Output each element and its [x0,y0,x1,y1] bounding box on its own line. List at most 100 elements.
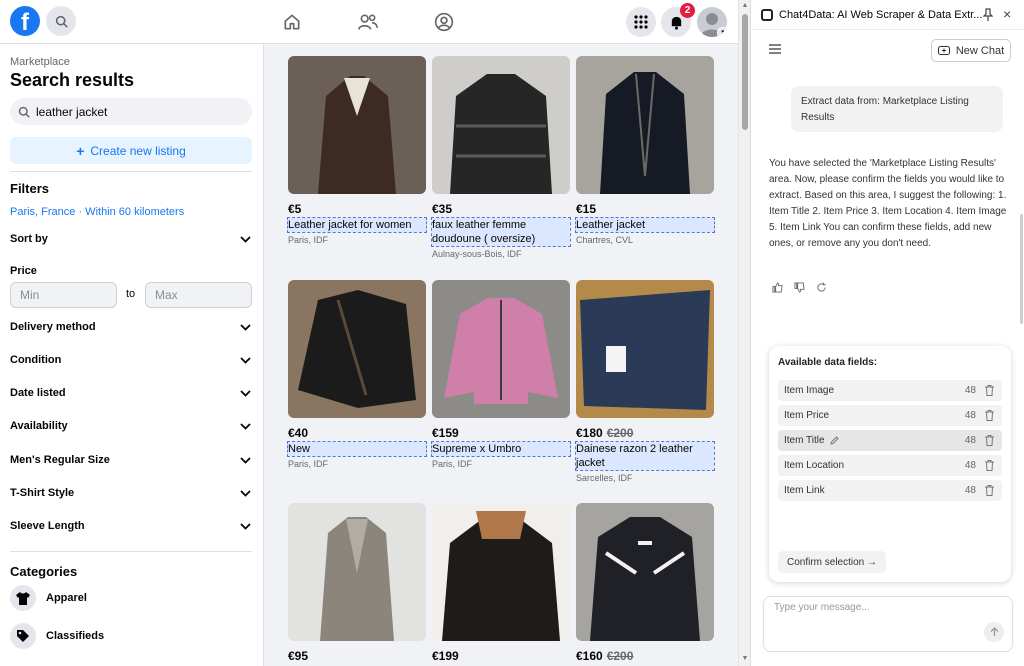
search-input[interactable]: leather jacket [10,98,252,125]
divider [10,171,252,172]
create-listing-button[interactable]: + Create new listing [10,137,252,164]
trash-icon[interactable] [985,460,994,471]
listing-title[interactable]: Leather jacket for women [287,217,427,233]
filter-delivery-method[interactable]: Delivery method [10,317,252,337]
profile-nav-button[interactable] [432,10,456,34]
listing-card[interactable]: €95 [288,503,426,663]
pencil-icon[interactable] [829,436,839,445]
listing-image[interactable] [576,280,714,418]
notifications-button[interactable]: 2 [661,3,695,37]
listing-card[interactable]: €199 [432,503,570,663]
panel-title: Chat4Data: AI Web Scraper & Data Extr... [779,8,983,21]
field-name: Item Price [784,410,830,421]
filter-sleeve-length[interactable]: Sleeve Length [10,516,252,536]
listing-price: €159 [432,426,459,440]
divider [10,551,252,552]
field-item-link[interactable]: Item Link 48 [778,480,1002,501]
listing-card[interactable]: €5 Leather jacket for women Paris, IDF [287,56,427,245]
sort-by-label: Sort by [10,233,48,245]
price-max-input[interactable]: Max [145,282,252,308]
field-count: 48 [964,435,976,446]
filter-availability[interactable]: Availability [10,416,252,436]
listing-card[interactable]: €160 €200 [576,503,714,663]
listing-title[interactable]: New [287,441,427,457]
listing-card[interactable]: €40 New Paris, IDF [287,280,427,469]
chevron-down-icon [238,519,252,533]
price-to-label: to [126,288,136,300]
category-classifieds[interactable]: Classifieds [10,623,104,649]
listing-card[interactable]: €35 faux leather femme doudoune ( oversi… [431,56,571,259]
listing-price: €35 [432,202,453,216]
trash-icon[interactable] [985,435,994,446]
panel-scrollbar-thumb[interactable] [1020,214,1023,324]
filter-condition[interactable]: Condition [10,350,252,370]
listing-title[interactable]: Supreme x Umbro [431,441,571,457]
plus-icon: + [76,142,85,159]
location-filter-link[interactable]: Paris, France · Within 60 kilometers [10,206,184,218]
filter-date-listed[interactable]: Date listed [10,383,252,403]
listing-price: €15 [576,202,597,216]
listing-image[interactable] [432,56,570,194]
create-listing-label: Create new listing [90,143,186,158]
category-apparel[interactable]: Apparel [10,585,87,611]
listing-image[interactable] [288,56,426,194]
category-label: Apparel [46,592,87,604]
hamburger-menu-icon[interactable] [769,44,781,54]
listing-card[interactable]: €180 €200 Dainese razon 2 leather jacket … [575,280,715,483]
scrollbar-thumb[interactable] [742,14,748,130]
listing-price: €95 [288,649,309,663]
field-name: Item Location [784,460,845,471]
user-message-bubble: Extract data from: Marketplace Listing R… [791,86,1003,132]
scroll-down-arrow-icon[interactable]: ▼ [741,655,749,662]
scroll-up-arrow-icon[interactable]: ▲ [741,2,749,9]
home-nav-button[interactable] [280,10,304,34]
listing-image[interactable] [288,503,426,641]
field-item-price[interactable]: Item Price 48 [778,405,1002,426]
filter-mens-regular-size[interactable]: Men's Regular Size [10,450,252,470]
facebook-logo[interactable]: f [10,6,40,36]
thumbs-down-icon[interactable] [793,281,805,293]
filter-label: T-Shirt Style [10,487,75,499]
message-composer[interactable]: Type your message... [763,596,1013,652]
regenerate-icon[interactable] [815,281,827,293]
listing-image[interactable] [576,503,714,641]
listing-image[interactable] [432,503,570,641]
close-icon[interactable]: × [1003,6,1011,22]
listing-image[interactable] [432,280,570,418]
trash-icon[interactable] [985,385,994,396]
listing-title[interactable]: Dainese razon 2 leather jacket [575,441,715,471]
menu-grid-button[interactable] [626,7,656,37]
filters-heading: Filters [10,181,50,196]
new-chat-button[interactable]: New Chat [931,39,1011,62]
listing-image[interactable] [576,56,714,194]
price-min-input[interactable]: Min [10,282,117,308]
page-scrollbar[interactable]: ▲ ▼ [738,0,750,666]
listing-card[interactable]: €15 Leather jacket Chartres, CVL [575,56,715,245]
trash-icon[interactable] [985,485,994,496]
data-fields-card: Available data fields: Item Image 48 Ite… [769,346,1011,582]
account-avatar-button[interactable]: ▾ [697,7,727,37]
breadcrumb[interactable]: Marketplace [10,56,70,68]
filter-tshirt-style[interactable]: T-Shirt Style [10,483,252,503]
trash-icon[interactable] [985,410,994,421]
pin-icon[interactable] [983,8,993,22]
friends-nav-button[interactable] [356,10,380,34]
composer-placeholder: Type your message... [774,602,870,613]
new-chat-label: New Chat [955,44,1005,57]
field-item-image[interactable]: Item Image 48 [778,380,1002,401]
thumbs-up-icon[interactable] [771,281,783,293]
search-button[interactable] [46,6,76,36]
chevron-down-icon: ▾ [717,27,727,37]
listing-title[interactable]: Leather jacket [575,217,715,233]
field-item-title[interactable]: Item Title 48 [778,430,1002,451]
sort-by-dropdown[interactable]: Sort by [10,229,252,249]
shirt-icon [10,585,36,611]
assistant-message: You have selected the 'Marketplace Listi… [769,158,1007,249]
field-item-location[interactable]: Item Location 48 [778,455,1002,476]
listing-card[interactable]: €159 Supreme x Umbro Paris, IDF [431,280,571,469]
confirm-selection-button[interactable]: Confirm selection → [778,551,886,573]
listing-image[interactable] [288,280,426,418]
send-button[interactable] [984,622,1004,642]
listing-title[interactable]: faux leather femme doudoune ( oversize) [431,217,571,247]
listing-price-line: €95 [288,649,426,663]
